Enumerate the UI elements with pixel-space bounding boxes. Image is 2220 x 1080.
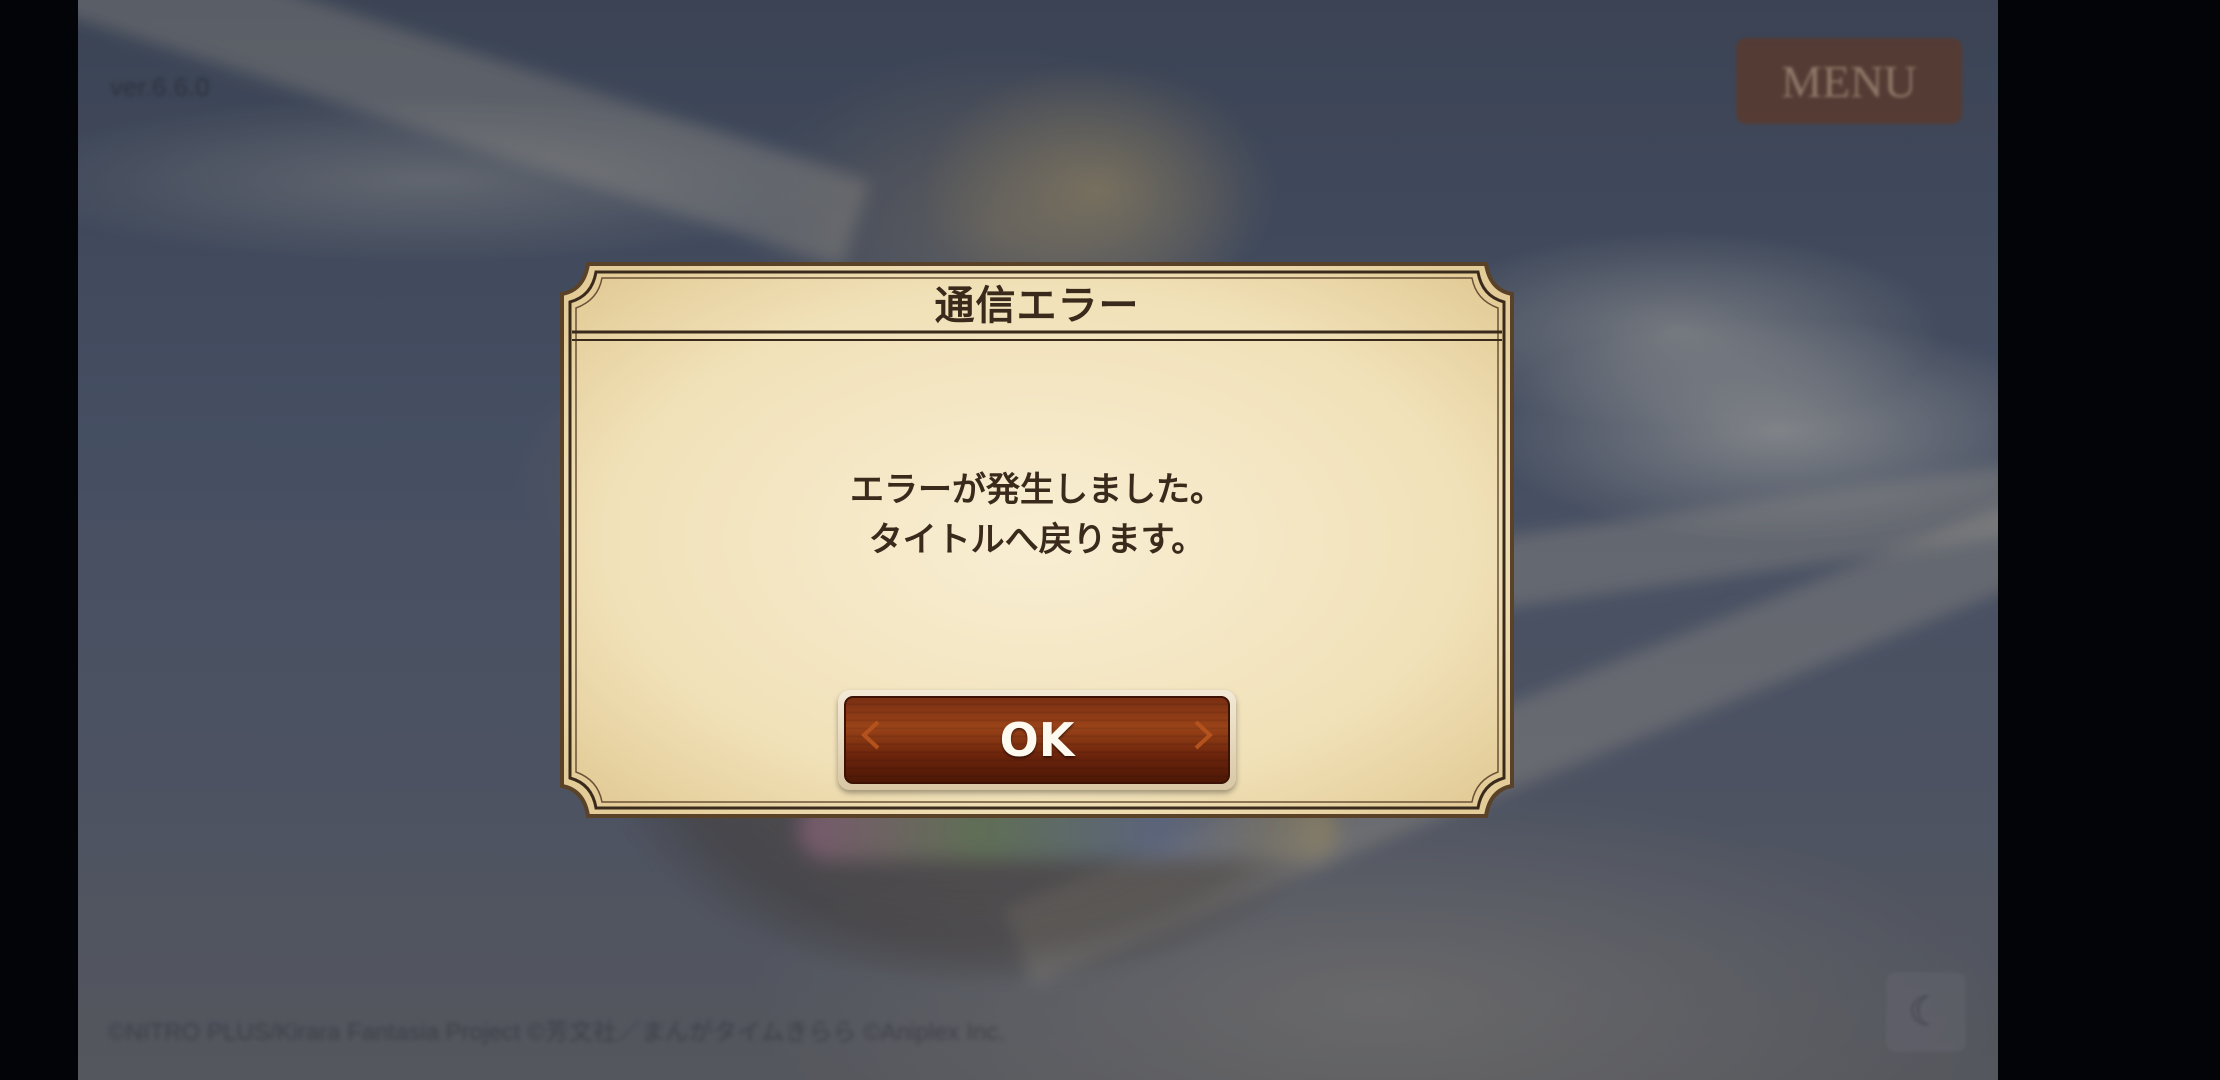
moon-icon[interactable]: ☾	[1886, 972, 1966, 1052]
ok-button-label: OK	[999, 713, 1075, 767]
menu-button[interactable]: MENU	[1736, 38, 1962, 124]
dialog-title: 通信エラー	[934, 283, 1140, 329]
message-line: タイトルへ戻ります。	[868, 520, 1206, 560]
light-beam	[78, 0, 870, 267]
copyright-text: ©NITRO PLUS/Kirara Fantasia Project ©芳文社…	[108, 1019, 1005, 1046]
dialog-message: エラーが発生しました。 タイトルへ戻ります。	[558, 465, 1516, 565]
error-dialog: 通信エラー エラーが発生しました。 タイトルへ戻ります。 OK	[558, 260, 1516, 820]
message-line: エラーが発生しました。	[850, 470, 1224, 510]
version-text: ver.6.6.0	[110, 72, 210, 102]
ok-button[interactable]: OK	[838, 690, 1236, 790]
